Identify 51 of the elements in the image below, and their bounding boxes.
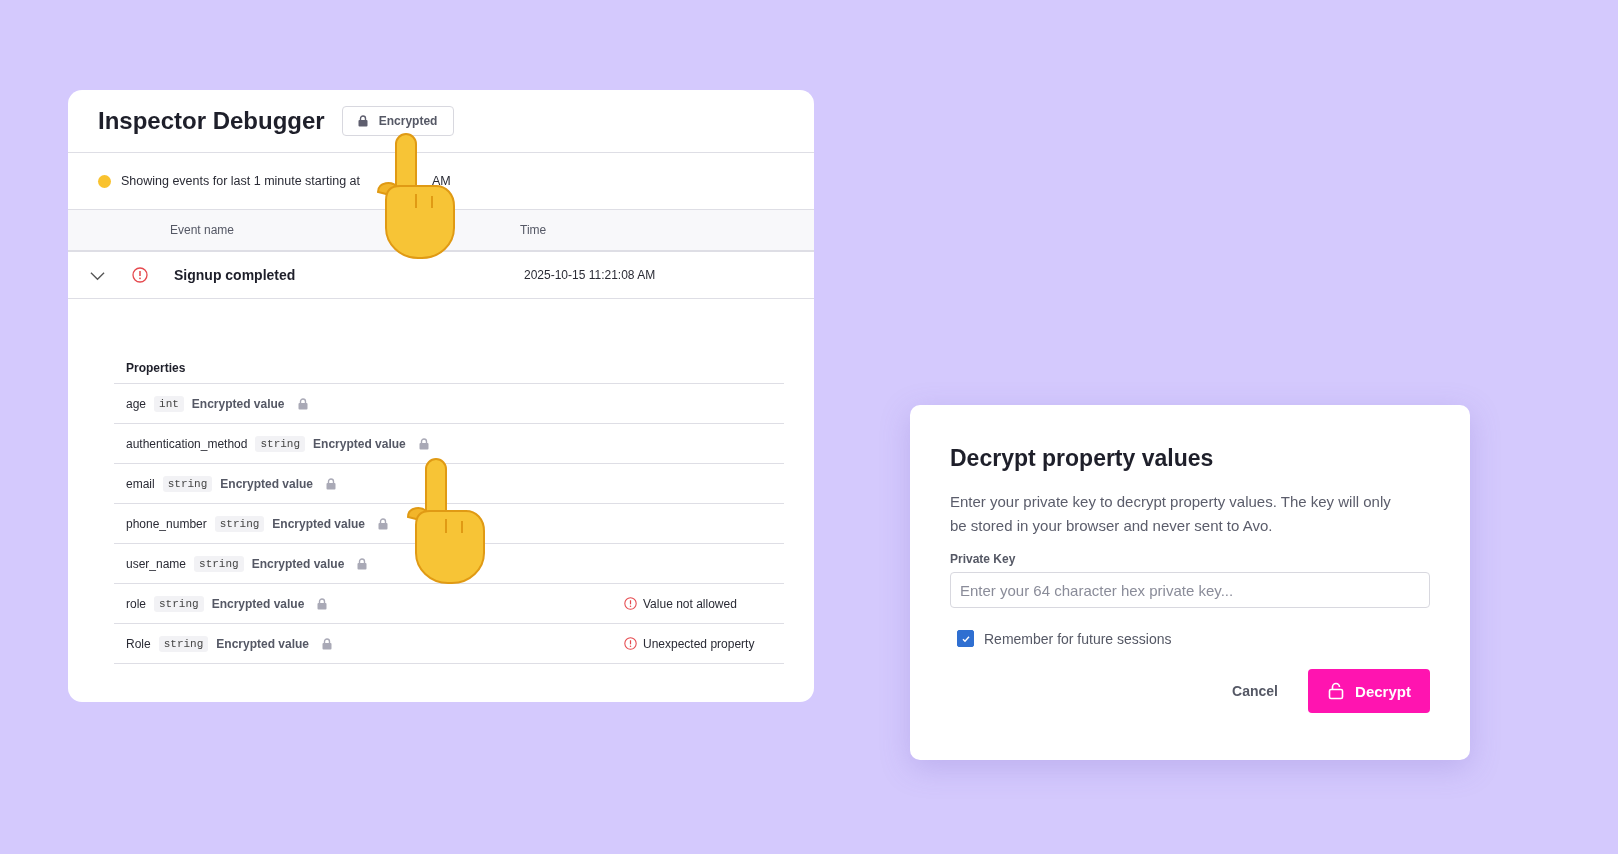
remember-checkbox[interactable] xyxy=(957,630,974,647)
lock-icon xyxy=(296,397,309,410)
type-tag: string xyxy=(162,475,213,492)
property-value: Encrypted value xyxy=(220,476,313,491)
property-name: email xyxy=(126,476,155,491)
encrypted-badge[interactable]: Encrypted xyxy=(341,106,455,136)
type-tag: string xyxy=(255,435,306,452)
error-icon xyxy=(624,597,637,610)
lock-icon xyxy=(417,437,430,450)
event-name: Signup completed xyxy=(174,267,297,283)
private-key-field[interactable]: Enter your 64 character hex private key... xyxy=(950,572,1430,608)
type-tag: string xyxy=(158,635,209,652)
lock-icon xyxy=(325,477,337,490)
checkbox-label: Remember for future sessions xyxy=(984,630,1172,647)
property-name: authentication_method xyxy=(126,436,248,451)
property-name: phone_number xyxy=(126,516,207,531)
field-label: Private Key xyxy=(950,552,1017,566)
status-text: Showing events for last 1 minute starting at xyxy=(121,174,360,188)
type-tag: string xyxy=(154,595,204,612)
property-name: role xyxy=(126,596,146,611)
properties-heading: Properties xyxy=(114,361,784,384)
column-header: Time xyxy=(520,223,547,237)
type-tag: string xyxy=(214,515,265,532)
property-name: user_name xyxy=(126,556,187,571)
issue-text: Value not allowed xyxy=(643,596,737,611)
property-value: Encrypted value xyxy=(216,636,309,651)
decrypt-button[interactable]: Decrypt xyxy=(1308,669,1430,713)
status-text-end: AM xyxy=(432,174,451,188)
lock-icon xyxy=(356,557,369,570)
property-name: age xyxy=(126,396,147,411)
lock-icon xyxy=(356,115,369,127)
property-name: Role xyxy=(126,636,151,651)
cancel-button[interactable]: Cancel xyxy=(1230,675,1280,707)
dialog-title: Decrypt property values xyxy=(950,445,1215,472)
column-header: Event name xyxy=(170,223,236,237)
unlock-icon xyxy=(1327,682,1346,700)
issue-text: Unexpected property xyxy=(643,636,755,651)
type-tag: string xyxy=(194,555,244,572)
lock-icon xyxy=(316,597,329,610)
property-value: Encrypted value xyxy=(313,436,406,451)
property-value: Encrypted value xyxy=(251,556,345,571)
event-time: 2025-10-15 11:21:08 AM xyxy=(524,268,656,282)
property-value: Encrypted value xyxy=(211,596,305,611)
type-tag: int xyxy=(154,395,184,412)
dialog-description: Enter your private key to decrypt property values. The key will only be stored in your browser and never sent to Avo. xyxy=(950,492,1392,536)
lock-icon xyxy=(321,637,333,650)
lock-icon xyxy=(377,517,390,530)
property-value: Encrypted value xyxy=(272,516,366,531)
error-icon xyxy=(624,637,637,650)
inspector-title: Inspector Debugger xyxy=(98,107,325,135)
property-value: Encrypted value xyxy=(191,396,285,411)
